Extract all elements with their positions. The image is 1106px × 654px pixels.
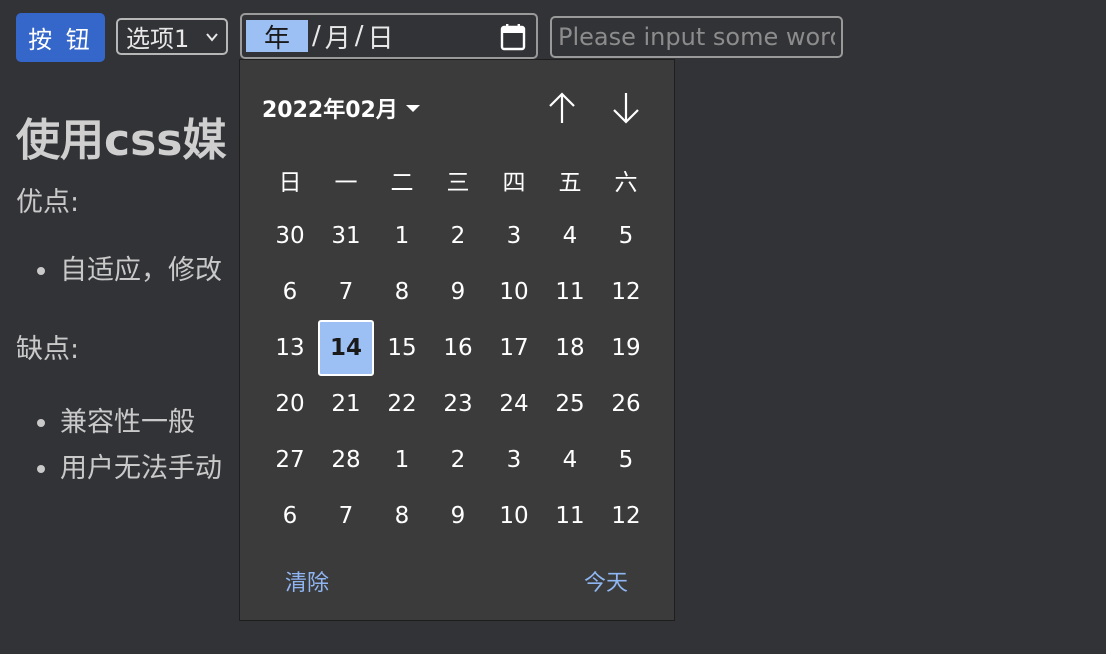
pros-list: 自适应，修改: [16, 249, 246, 293]
calendar-day[interactable]: 16: [430, 320, 486, 376]
calendar-day[interactable]: 10: [486, 264, 542, 320]
calendar-week: 30 31 1 2 3 4 5: [262, 208, 654, 264]
calendar-day[interactable]: 7: [318, 264, 374, 320]
date-separator: /: [354, 21, 364, 51]
calendar-day[interactable]: 4: [542, 208, 598, 264]
calendar-day[interactable]: 23: [430, 376, 486, 432]
month-year-label: 2022年02月: [262, 98, 398, 123]
calendar-day[interactable]: 26: [598, 376, 654, 432]
calendar-day[interactable]: 28: [318, 432, 374, 488]
calendar-icon[interactable]: [500, 23, 526, 51]
calendar-day-selected[interactable]: 14: [318, 320, 374, 376]
calendar-day[interactable]: 25: [542, 376, 598, 432]
list-item: 自适应，修改: [60, 249, 246, 293]
clear-button[interactable]: 清除: [285, 565, 329, 597]
date-month-segment[interactable]: 月: [325, 18, 351, 55]
calendar-day[interactable]: 5: [598, 432, 654, 488]
calendar-day[interactable]: 8: [374, 488, 430, 544]
calendar-day[interactable]: 12: [598, 488, 654, 544]
calendar-day[interactable]: 6: [262, 488, 318, 544]
list-item: 兼容性一般: [60, 400, 246, 446]
page-title: 使用css媒: [16, 115, 227, 166]
option-select[interactable]: 选项1: [116, 18, 228, 55]
calendar-day[interactable]: 12: [598, 264, 654, 320]
calendar-day[interactable]: 18: [542, 320, 598, 376]
weekday-label: 一: [334, 170, 358, 196]
weekday-label: 五: [558, 170, 582, 196]
article-content: 使用css媒 优点: 自适应，修改 缺点: 兼容性一般 用户无法手动: [16, 104, 246, 492]
calendar-day[interactable]: 9: [430, 264, 486, 320]
option-select-value: 选项1: [126, 25, 190, 53]
calendar-week: 6 7 8 9 10 11 12: [262, 264, 654, 320]
calendar-day[interactable]: 31: [318, 208, 374, 264]
weekday-label: 二: [390, 170, 414, 196]
arrow-up-icon[interactable]: [545, 90, 579, 126]
calendar-week: 13 14 15 16 17 18 19: [262, 320, 654, 376]
calendar-day[interactable]: 1: [374, 432, 430, 488]
calendar-day[interactable]: 8: [374, 264, 430, 320]
date-year-segment[interactable]: 年: [246, 20, 308, 54]
calendar-day[interactable]: 4: [542, 432, 598, 488]
chevron-down-icon: [206, 33, 218, 42]
calendar-day[interactable]: 21: [318, 376, 374, 432]
calendar-day[interactable]: 15: [374, 320, 430, 376]
list-item: 用户无法手动: [60, 446, 246, 492]
calendar-day[interactable]: 10: [486, 488, 542, 544]
calendar-day[interactable]: 3: [486, 208, 542, 264]
calendar-day[interactable]: 2: [430, 208, 486, 264]
calendar-day[interactable]: 30: [262, 208, 318, 264]
calendar-day[interactable]: 11: [542, 264, 598, 320]
toolbar: 按 钮 选项1 年 / 月 / 日: [16, 13, 1106, 62]
cons-label: 缺点:: [16, 334, 80, 365]
calendar-day[interactable]: 11: [542, 488, 598, 544]
pros-label: 优点:: [16, 187, 80, 218]
calendar-day[interactable]: 19: [598, 320, 654, 376]
date-separator: /: [312, 21, 321, 51]
calendar-day[interactable]: 7: [318, 488, 374, 544]
calendar-day[interactable]: 22: [374, 376, 430, 432]
calendar-day[interactable]: 1: [374, 208, 430, 264]
calendar-week: 20 21 22 23 24 25 26: [262, 376, 654, 432]
calendar-week: 6 7 8 9 10 11 12: [262, 488, 654, 544]
calendar-day[interactable]: 17: [486, 320, 542, 376]
calendar-day[interactable]: 9: [430, 488, 486, 544]
arrow-down-icon[interactable]: [609, 90, 643, 126]
primary-button[interactable]: 按 钮: [16, 13, 105, 62]
weekday-label: 四: [502, 170, 526, 196]
calendar-day[interactable]: 2: [430, 432, 486, 488]
weekday-label: 三: [446, 170, 470, 196]
caret-down-icon: [405, 104, 420, 112]
calendar-day[interactable]: 20: [262, 376, 318, 432]
calendar-day[interactable]: 27: [262, 432, 318, 488]
calendar-day[interactable]: 3: [486, 432, 542, 488]
date-day-segment[interactable]: 日: [368, 18, 394, 55]
calendar-day[interactable]: 5: [598, 208, 654, 264]
calendar-day[interactable]: 24: [486, 376, 542, 432]
date-input[interactable]: 年 / 月 / 日: [240, 13, 538, 59]
calendar-grid: 日 一 二 三 四 五 六 30 31 1 2 3 4 5 6 7 8 9 10…: [262, 152, 654, 544]
calendar-day[interactable]: 6: [262, 264, 318, 320]
weekday-header: 日 一 二 三 四 五 六: [262, 152, 654, 208]
text-input[interactable]: [550, 16, 843, 58]
weekday-label: 日: [278, 170, 302, 196]
cons-list: 兼容性一般 用户无法手动: [16, 400, 246, 492]
calendar-day[interactable]: 13: [262, 320, 318, 376]
date-picker-popup: 2022年02月 日 一 二 三 四 五 六 30 31 1 2 3 4 5 6…: [239, 59, 675, 621]
weekday-label: 六: [614, 170, 638, 196]
calendar-week: 27 28 1 2 3 4 5: [262, 432, 654, 488]
today-button[interactable]: 今天: [584, 565, 628, 597]
month-year-selector[interactable]: 2022年02月: [262, 92, 420, 124]
